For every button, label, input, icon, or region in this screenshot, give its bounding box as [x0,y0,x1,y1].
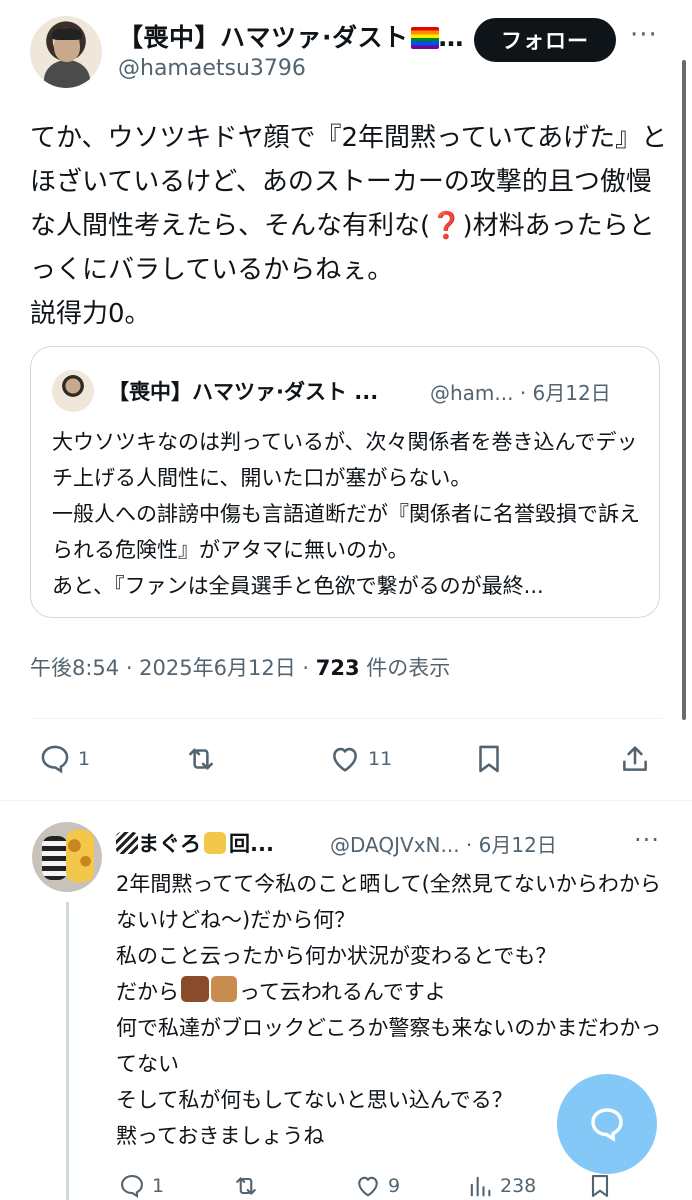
deer-emoji-icon [211,976,237,1002]
rainbow-flag-icon [410,27,439,49]
reply-author-meta: @DAQJVxN... · 6月12日 [330,833,557,857]
giraffe-emoji-icon [204,832,226,854]
reply-author-avatar[interactable] [32,822,102,892]
follow-button[interactable]: フォロー [474,18,616,62]
reply-count: 1 [78,748,91,770]
tweet-meta: 午後8:54 · 2025年6月12日 · 723 件の表示 [30,652,450,682]
bookmark-icon [479,745,499,773]
share-icon [623,746,647,771]
retweet-button[interactable] [184,742,218,776]
bookmark-button[interactable] [472,742,506,776]
question-mark-emoji: ❓ [430,211,463,241]
quoted-author-meta: @ham... · 6月12日 [430,381,611,405]
reply-retweet-button[interactable] [232,1172,260,1200]
retweet-icon [189,748,213,770]
divider [30,718,662,719]
reply-reply-count: 1 [152,1175,165,1197]
author-name-text: 【喪中】ハマツァ·ダスト [118,23,409,52]
author-handle[interactable]: @hamaetsu3796 [118,56,306,81]
tweet-text: てか、ウソツキドヤ顔で『2年間黙っていてあげた』とほざいているけど、あのストーカ… [30,123,668,329]
reply-reply-button[interactable]: 1 [118,1172,164,1200]
quoted-tweet-text: 大ウソツキなのは判っているが、次々関係者を巻き込んでデッチ上げる人間性に、開いた… [52,430,640,598]
quoted-author-name: 【喪中】ハマツァ·ダスト ... [108,380,379,404]
reply-icon [41,745,69,774]
reply-bookmark-button[interactable] [586,1172,614,1200]
like-count: 11 [368,748,393,770]
reply-like-count: 9 [388,1175,401,1197]
reply-more-options-icon[interactable]: ··· [634,826,660,854]
compose-fab[interactable] [557,1074,657,1174]
divider [0,800,692,801]
views-icon [470,1176,491,1197]
like-button[interactable]: 11 [328,742,392,776]
view-label: 件の表示 [359,656,451,680]
tweet-time: 午後8:54 · 2025年6月12日 · [30,656,316,680]
compose-icon [591,1108,623,1142]
retweet-icon [236,1177,256,1195]
reply-icon [121,1175,143,1198]
more-options-icon[interactable]: ··· [630,20,658,50]
reply-views-button[interactable]: 238 [466,1172,536,1200]
author-avatar[interactable] [30,16,102,88]
like-icon [333,747,357,772]
share-button[interactable] [618,742,652,776]
reply-view-count: 238 [500,1175,537,1197]
scrollbar[interactable] [682,60,686,720]
quoted-author-avatar [52,370,94,412]
author-name[interactable]: 【喪中】ハマツァ·ダスト… [118,18,464,54]
bookmark-icon [591,1175,609,1197]
reply-like-button[interactable]: 9 [354,1172,400,1200]
horse-emoji-icon [181,976,209,1002]
thread-line [66,902,69,1200]
like-icon [358,1176,378,1197]
zebra-emoji-icon [116,832,138,854]
reply-author-name[interactable]: まぐろ 回... [116,828,274,858]
reply-button[interactable]: 1 [38,742,90,776]
view-count: 723 [315,656,360,680]
